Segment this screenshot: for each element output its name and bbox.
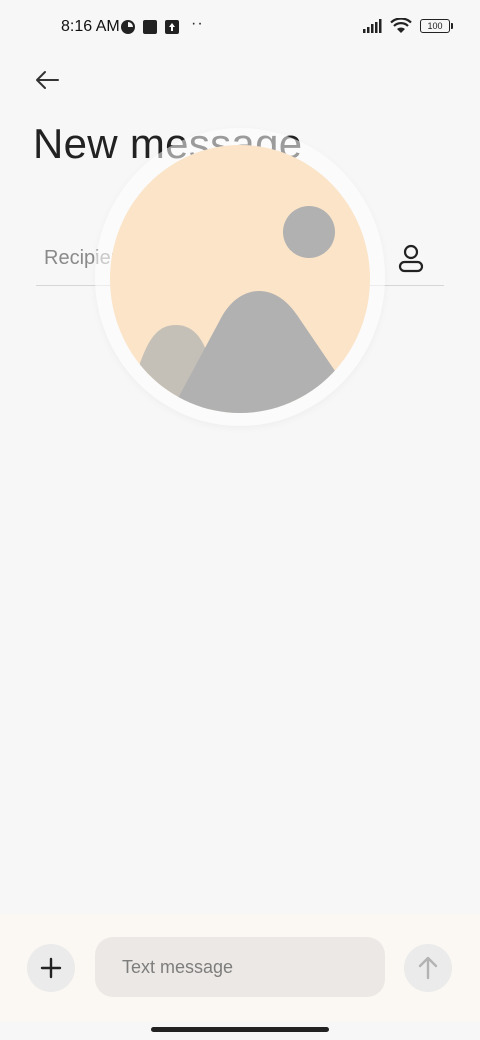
wifi-icon	[390, 18, 412, 33]
message-input[interactable]	[95, 937, 385, 997]
send-button[interactable]	[404, 944, 452, 992]
back-arrow-icon[interactable]	[30, 65, 64, 99]
plus-icon	[40, 957, 62, 979]
arrow-up-icon	[418, 956, 438, 980]
home-indicator[interactable]	[151, 1027, 329, 1032]
signal-icon	[363, 19, 382, 33]
contact-picker-icon[interactable]	[398, 243, 424, 273]
sim-icon	[121, 20, 135, 34]
status-time: 8:16 AM	[61, 18, 120, 35]
more-notifications-dots: ··	[191, 15, 204, 32]
notification-square-icon	[143, 20, 157, 34]
add-attachment-button[interactable]	[27, 944, 75, 992]
upload-icon	[165, 20, 179, 34]
image-placeholder-icon	[110, 145, 370, 413]
status-bar: 8:16 AM ·· 100	[0, 0, 480, 56]
battery-icon: 100	[420, 19, 453, 33]
